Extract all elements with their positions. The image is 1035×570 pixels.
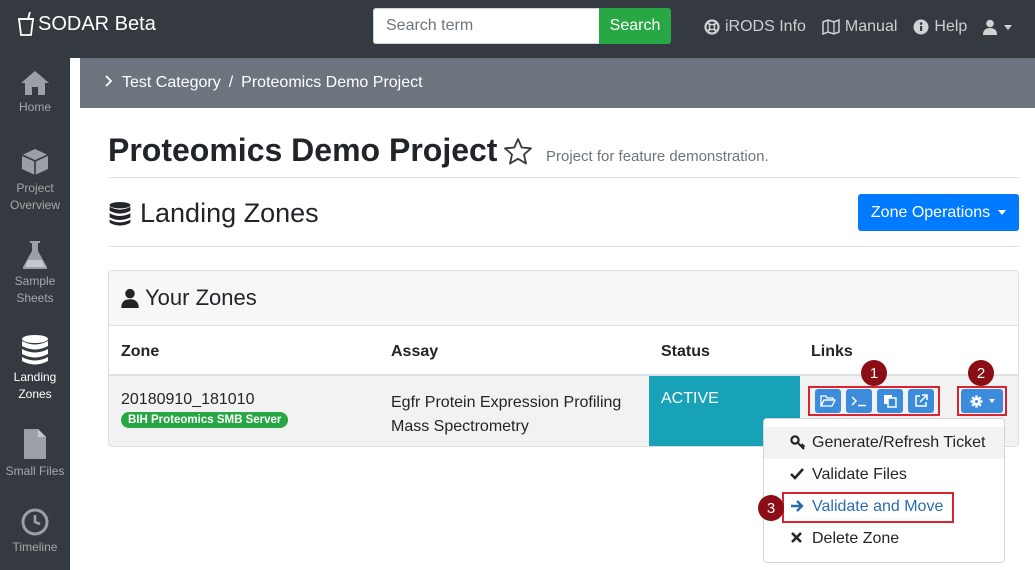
menu-item-label: Validate Files <box>812 466 907 483</box>
assay-cell: Egfr Protein Expression Profiling Mass S… <box>391 391 621 439</box>
lifebuoy-icon <box>704 19 720 35</box>
key-icon <box>790 435 806 450</box>
sidebar-item-home[interactable]: Home <box>0 70 70 116</box>
help-label: Help <box>934 18 968 35</box>
sidebar-item-landing-zones[interactable]: Landing Zones <box>0 334 70 403</box>
browse-files-button[interactable] <box>814 389 841 413</box>
sidebar-item-label: Landing Zones <box>13 370 57 401</box>
column-header-links: Links <box>811 343 853 360</box>
zone-name: 20180910_181010 <box>121 391 255 408</box>
divider <box>108 177 1019 178</box>
file-icon <box>24 429 46 459</box>
sidebar-item-small-files[interactable]: Small Files <box>0 428 70 480</box>
gear-icon <box>969 394 983 408</box>
irods-command-button[interactable] <box>845 389 872 413</box>
sidebar: Home Project Overview Sample Sheets Land… <box>0 58 70 570</box>
database-icon <box>109 201 131 226</box>
divider <box>108 246 1019 247</box>
zone-operations-button[interactable]: Zone Operations <box>858 194 1019 231</box>
copy-icon <box>883 395 897 408</box>
times-icon <box>791 532 802 543</box>
sidebar-item-label: Project Overview <box>9 181 60 212</box>
active-pointer <box>70 336 80 354</box>
sidebar-item-label: Small Files <box>5 464 65 478</box>
nav-links: iRODS Info Manual Help <box>704 18 1013 36</box>
manual-link[interactable]: Manual <box>822 18 897 36</box>
help-link[interactable]: Help <box>913 18 967 36</box>
column-header-status: Status <box>661 343 710 360</box>
sidebar-item-label: Home <box>18 100 51 114</box>
zone-menu-button[interactable] <box>961 389 1003 413</box>
clock-icon <box>21 508 49 536</box>
column-header-assay: Assay <box>391 343 439 360</box>
menu-item-label: Generate/Refresh Ticket <box>812 434 986 451</box>
search-form: Search <box>373 8 671 44</box>
copy-path-button[interactable] <box>876 389 903 413</box>
star-icon[interactable] <box>503 137 533 165</box>
step-marker: 3 <box>758 495 784 521</box>
zone-menu-wrapper <box>957 386 1007 416</box>
step-marker: 2 <box>968 360 994 386</box>
chevron-right-icon <box>104 74 113 92</box>
external-link-icon <box>914 394 928 407</box>
zone-operations-label: Zone Operations <box>870 203 991 221</box>
cube-icon <box>21 149 49 175</box>
folder-open-icon <box>819 395 836 407</box>
top-navbar: SODAR Beta Search iRODS Info Manual <box>0 0 1035 58</box>
zone-badge: BIH Proteomics SMB Server <box>121 412 289 428</box>
highlight-box <box>782 492 954 523</box>
brand-label: SODAR Beta <box>38 12 156 35</box>
sidebar-item-sample-sheets[interactable]: Sample Sheets <box>0 240 70 307</box>
sidebar-item-timeline[interactable]: Timeline <box>0 508 70 556</box>
caret-down-icon <box>1004 24 1013 30</box>
home-icon <box>21 71 49 95</box>
caret-down-icon <box>988 399 995 403</box>
user-menu[interactable] <box>983 19 1013 35</box>
status-badge: ACTIVE <box>661 390 719 407</box>
zone-dropdown-menu: Generate/Refresh Ticket Validate Files V… <box>763 418 1005 563</box>
zone-link-buttons <box>808 386 940 416</box>
sodar-logo-icon <box>17 12 35 36</box>
step-marker: 1 <box>861 360 887 386</box>
info-circle-icon <box>913 19 929 35</box>
sidebar-item-project-overview[interactable]: Project Overview <box>0 147 70 214</box>
irods-info-link[interactable]: iRODS Info <box>704 18 806 36</box>
map-icon <box>822 19 840 35</box>
database-icon <box>22 335 48 365</box>
section-title-label: Landing Zones <box>140 198 319 228</box>
menu-item-label: Delete Zone <box>812 530 900 547</box>
column-header-zone: Zone <box>121 343 160 360</box>
search-input[interactable] <box>373 8 599 44</box>
open-external-button[interactable] <box>907 389 934 413</box>
menu-item-validate-files[interactable]: Validate Files <box>764 459 1004 491</box>
user-icon <box>983 19 998 35</box>
breadcrumb-separator: / <box>228 74 234 91</box>
manual-label: Manual <box>844 18 898 35</box>
breadcrumb-category[interactable]: Test Category <box>122 74 221 92</box>
page-title: Proteomics Demo Project <box>108 132 498 168</box>
breadcrumb: Test Category / Proteomics Demo Project <box>80 58 1035 108</box>
zone-cell: 20180910_181010 BIH Proteomics SMB Serve… <box>121 391 289 428</box>
caret-down-icon <box>998 210 1007 215</box>
card-header: Your Zones <box>109 271 1018 326</box>
breadcrumb-project[interactable]: Proteomics Demo Project <box>241 74 422 92</box>
check-icon <box>790 468 804 480</box>
section-title: Landing Zones <box>108 198 319 229</box>
flask-icon <box>23 241 47 269</box>
assay-line: Mass Spectrometry <box>391 418 529 435</box>
sidebar-item-label: Timeline <box>12 540 58 554</box>
terminal-icon <box>850 396 866 407</box>
menu-item-delete-zone[interactable]: Delete Zone <box>764 523 1004 555</box>
assay-line[interactable]: Egfr Protein Expression Profiling <box>391 391 621 415</box>
irods-info-label: iRODS Info <box>725 18 806 35</box>
project-description: Project for feature demonstration. <box>546 148 769 165</box>
sidebar-item-label: Sample Sheets <box>14 274 56 305</box>
card-title: Your Zones <box>145 285 257 310</box>
menu-item-generate-ticket[interactable]: Generate/Refresh Ticket <box>764 427 1004 459</box>
brand[interactable]: SODAR Beta <box>17 12 156 36</box>
search-button[interactable]: Search <box>599 8 671 44</box>
user-icon <box>121 288 139 308</box>
